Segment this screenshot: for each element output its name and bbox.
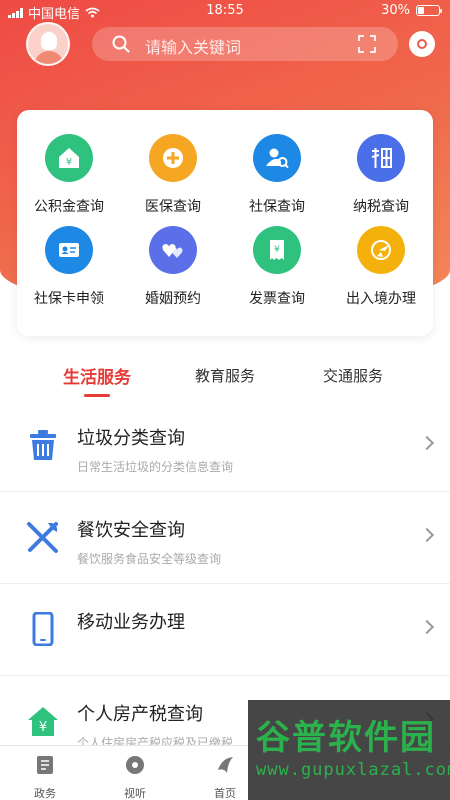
- list-item-title: 个人房产税查询: [77, 704, 203, 725]
- tab-education-services[interactable]: 教育服务: [165, 365, 285, 386]
- scan-icon[interactable]: [358, 35, 376, 53]
- tabbar-label: 视听: [124, 787, 146, 800]
- service-invoice[interactable]: ¥ 发票查询: [225, 226, 329, 308]
- mobile-phone-icon: [32, 612, 54, 646]
- svg-text:¥: ¥: [39, 720, 47, 735]
- service-label: 社保查询: [249, 199, 305, 215]
- service-label: 发票查询: [249, 291, 305, 307]
- search-icon: [112, 35, 130, 53]
- battery-percent: 30%: [381, 3, 410, 18]
- services-card: ¥ 公积金查询 医保查询 社保查询 纳税查询 社保卡申领 婚姻预约 ¥ 发票查询…: [17, 110, 433, 336]
- document-icon: [37, 756, 53, 774]
- service-label: 婚姻预约: [145, 291, 201, 307]
- fork-knife-icon: [27, 522, 58, 553]
- list-item-food-safety[interactable]: 餐饮安全查询 餐饮服务食品安全等级查询: [0, 492, 450, 584]
- tax-icon: [357, 134, 405, 182]
- active-tab-indicator: [84, 394, 110, 397]
- hearts-icon: [149, 226, 197, 274]
- home-icon: [218, 757, 233, 773]
- svg-text:¥: ¥: [66, 157, 72, 168]
- service-label: 纳税查询: [353, 199, 409, 215]
- disc-icon: [126, 756, 144, 774]
- battery-fill: [418, 7, 424, 14]
- service-social-security[interactable]: 社保查询: [225, 134, 329, 216]
- service-label: 公积金查询: [34, 199, 104, 215]
- battery-icon: [416, 5, 442, 16]
- trash-can-icon: [30, 430, 56, 460]
- tabbar-item-media[interactable]: 视听: [90, 754, 180, 800]
- service-tabs: 生活服务 教育服务 交通服务: [0, 358, 450, 398]
- chevron-right-icon: [419, 527, 435, 543]
- status-bar: 中国电信 18:55 30%: [0, 0, 450, 22]
- avatar-body: [34, 51, 64, 64]
- watermark-title: 谷普软件园: [256, 718, 436, 758]
- watermark-logo: 谷普软件园 www.gupuxlazal.com: [248, 700, 450, 800]
- housing-fund-icon: ¥: [45, 134, 93, 182]
- medical-insurance-icon: [149, 134, 197, 182]
- avatar[interactable]: [26, 22, 70, 66]
- avatar-head: [41, 32, 57, 50]
- tabbar-item-government[interactable]: 政务: [0, 754, 90, 800]
- list-item-mobile-business[interactable]: 移动业务办理: [0, 584, 450, 676]
- tab-transport-services[interactable]: 交通服务: [293, 365, 413, 386]
- service-housing-fund[interactable]: ¥ 公积金查询: [17, 134, 121, 216]
- tabbar-label: 政务: [34, 787, 56, 800]
- service-label: 医保查询: [145, 199, 201, 215]
- airplane-globe-icon: [357, 226, 405, 274]
- list-item-subtitle: 日常生活垃圾的分类信息查询: [77, 460, 234, 474]
- chevron-right-icon: [419, 619, 435, 635]
- service-label: 社保卡申领: [34, 291, 104, 307]
- search-bar[interactable]: 请输入关键词: [92, 27, 398, 61]
- list-item-title: 餐饮安全查询: [77, 520, 185, 541]
- house-yuan-icon: ¥: [28, 707, 58, 736]
- watermark-url: www.gupuxlazal.com: [256, 760, 450, 780]
- service-id-card[interactable]: 社保卡申领: [17, 226, 121, 308]
- svg-text:¥: ¥: [274, 245, 280, 255]
- service-label: 出入境办理: [346, 291, 416, 307]
- status-right: 30%: [381, 3, 442, 18]
- message-icon[interactable]: [409, 31, 435, 57]
- list-item-subtitle: 餐饮服务食品安全等级查询: [77, 552, 222, 566]
- search-input[interactable]: 请输入关键词: [145, 34, 241, 58]
- invoice-icon: ¥: [253, 226, 301, 274]
- service-medical-insurance[interactable]: 医保查询: [121, 134, 225, 216]
- chevron-right-icon: [419, 435, 435, 451]
- id-card-icon: [45, 226, 93, 274]
- service-tax[interactable]: 纳税查询: [329, 134, 433, 216]
- social-security-icon: [253, 134, 301, 182]
- tab-life-services[interactable]: 生活服务: [37, 363, 157, 388]
- list-item-title: 移动业务办理: [77, 612, 185, 633]
- service-exit-entry[interactable]: 出入境办理: [329, 226, 433, 308]
- service-marriage[interactable]: 婚姻预约: [121, 226, 225, 308]
- list-item-garbage-sorting[interactable]: 垃圾分类查询 日常生活垃圾的分类信息查询: [0, 400, 450, 492]
- list-item-title: 垃圾分类查询: [77, 428, 185, 449]
